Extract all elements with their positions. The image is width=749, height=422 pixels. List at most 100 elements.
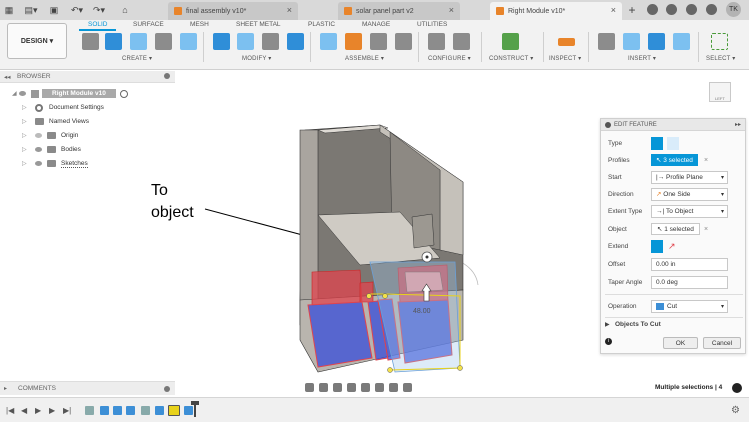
chevron-right-icon[interactable]: ▷	[22, 118, 29, 125]
expand-icon[interactable]: ▸	[4, 385, 7, 392]
object-selection[interactable]: ↖ 1 selected	[651, 223, 700, 235]
browser-item-bodies[interactable]: ▷ Bodies	[22, 144, 81, 155]
visibility-icon[interactable]	[35, 147, 42, 152]
insert-menu[interactable]: INSERT ▾	[628, 55, 656, 62]
undo-icon[interactable]: ↶▾	[68, 3, 86, 17]
objects-to-cut-section[interactable]: ▶ Objects To Cut	[601, 317, 747, 331]
timeline-sketch-item[interactable]	[85, 406, 94, 415]
look-at-icon[interactable]	[319, 383, 328, 392]
cancel-button[interactable]: Cancel	[703, 337, 741, 349]
insert-mcmaster-icon[interactable]	[623, 33, 640, 50]
operation-select[interactable]: Cut ▾	[651, 299, 728, 313]
zoom-icon[interactable]	[347, 383, 356, 392]
joint-icon[interactable]	[345, 33, 362, 50]
job-status-icon[interactable]	[666, 4, 677, 15]
chevron-right-icon[interactable]: ▷	[22, 132, 29, 139]
help-icon[interactable]	[706, 4, 717, 15]
collapse-icon[interactable]: ◂◂	[4, 73, 11, 81]
expand-icon[interactable]: ▸▸	[735, 121, 741, 128]
file-menu-icon[interactable]: ▤▾	[22, 3, 40, 17]
comments-panel[interactable]: ▸ COMMENTS	[0, 381, 175, 395]
extend-maximum-button[interactable]: ↗	[668, 240, 680, 253]
close-icon[interactable]: ×	[287, 5, 292, 15]
start-select[interactable]: |→ Profile Plane ▾	[651, 170, 728, 184]
browser-item-named-views[interactable]: ▷ Named Views	[22, 116, 89, 127]
pan-icon[interactable]	[333, 383, 342, 392]
construct-menu[interactable]: CONSTRUCT ▾	[489, 55, 533, 62]
extrude-icon[interactable]	[105, 33, 122, 50]
tab-utilities[interactable]: UTILITIES	[417, 21, 447, 28]
redo-icon[interactable]: ↷▾	[90, 3, 108, 17]
press-pull-icon[interactable]	[213, 33, 230, 50]
tab-solid[interactable]: SOLID	[88, 21, 108, 28]
timeline-feature-item[interactable]	[155, 406, 164, 415]
solid-type-button[interactable]	[651, 136, 663, 150]
joint-origin-icon[interactable]	[395, 33, 412, 50]
gear-icon[interactable]: ⚙	[731, 405, 740, 416]
dimension-label[interactable]: 48.00	[413, 308, 431, 315]
select-icon[interactable]	[711, 33, 728, 50]
workspace-switcher-button[interactable]: DESIGN ▾	[7, 23, 67, 59]
activate-icon[interactable]	[119, 89, 128, 98]
go-to-end-icon[interactable]: ▶|	[63, 406, 71, 415]
orbit-icon[interactable]	[305, 383, 314, 392]
grid-settings-icon[interactable]	[389, 383, 398, 392]
avatar[interactable]: TK	[726, 2, 741, 17]
timeline-feature-item[interactable]	[126, 406, 135, 415]
fit-icon[interactable]	[361, 383, 370, 392]
insert-component-icon[interactable]	[648, 33, 665, 50]
info-icon[interactable]: i	[605, 338, 612, 345]
pin-icon[interactable]	[164, 386, 170, 392]
step-back-icon[interactable]: ◀	[21, 406, 27, 415]
timeline-active-item[interactable]	[168, 405, 180, 416]
tab-final-assembly[interactable]: final assembly v10* ×	[168, 2, 298, 20]
revolve-icon[interactable]	[130, 33, 147, 50]
app-grid-icon[interactable]: ▦	[3, 3, 15, 17]
save-icon[interactable]: ▣	[48, 3, 60, 17]
profiles-selection[interactable]: ↖ 3 selected	[651, 154, 698, 166]
new-tab-icon[interactable]: +	[626, 3, 638, 17]
visibility-off-icon[interactable]	[35, 133, 42, 138]
chamfer-icon[interactable]	[262, 33, 279, 50]
tab-solar-panel[interactable]: solar panel part v2 ×	[338, 2, 460, 20]
pin-icon[interactable]	[164, 73, 170, 79]
tab-sheet-metal[interactable]: SHEET METAL	[236, 21, 281, 28]
play-icon[interactable]: ▶	[35, 406, 41, 415]
offset-plane-icon[interactable]	[502, 33, 519, 50]
browser-item-document-settings[interactable]: ▷ Document Settings	[22, 102, 104, 113]
modify-menu[interactable]: MODIFY ▾	[242, 55, 272, 62]
measure-icon[interactable]	[558, 38, 575, 46]
offset-input[interactable]: 0.00 in	[651, 257, 728, 271]
step-forward-icon[interactable]: ▶	[49, 406, 55, 415]
tab-plastic[interactable]: PLASTIC	[308, 21, 335, 28]
collapse-dot-icon[interactable]	[605, 121, 611, 128]
timeline-feature-item[interactable]	[100, 406, 109, 415]
visibility-icon[interactable]	[35, 161, 42, 166]
view-cube[interactable]: LEFT	[705, 80, 735, 108]
new-component-icon[interactable]	[320, 33, 337, 50]
model-viewport[interactable]	[175, 71, 599, 381]
tab-surface[interactable]: SURFACE	[133, 21, 164, 28]
assemble-menu[interactable]: ASSEMBLE ▾	[345, 55, 384, 62]
extent-type-select[interactable]: →| To Object ▾	[651, 204, 728, 218]
go-to-start-icon[interactable]: |◀	[6, 406, 14, 415]
new-sketch-icon[interactable]	[82, 33, 99, 50]
tab-mesh[interactable]: MESH	[190, 21, 209, 28]
chevron-down-icon[interactable]: ◢	[12, 90, 19, 97]
configure-menu[interactable]: CONFIGURE ▾	[428, 55, 471, 62]
configuration-table-icon[interactable]	[453, 33, 470, 50]
chevron-right-icon[interactable]: ▷	[22, 160, 29, 167]
clear-profiles-icon[interactable]: ×	[704, 157, 708, 164]
notifications-icon[interactable]	[686, 4, 697, 15]
inspect-menu[interactable]: INSPECT ▾	[549, 55, 581, 62]
direction-select[interactable]: ↗ One Side ▾	[651, 187, 728, 201]
timeline-feature-item[interactable]	[113, 406, 122, 415]
display-settings-icon[interactable]	[375, 383, 384, 392]
home-icon[interactable]: ⌂	[118, 3, 132, 17]
tab-manage[interactable]: MANAGE	[362, 21, 390, 28]
insert-canvas-icon[interactable]	[673, 33, 690, 50]
chevron-right-icon[interactable]: ▷	[22, 146, 29, 153]
configure-icon[interactable]	[428, 33, 445, 50]
selection-filter-icon[interactable]	[732, 383, 742, 393]
browser-item-sketches[interactable]: ▷ Sketches	[22, 158, 88, 169]
